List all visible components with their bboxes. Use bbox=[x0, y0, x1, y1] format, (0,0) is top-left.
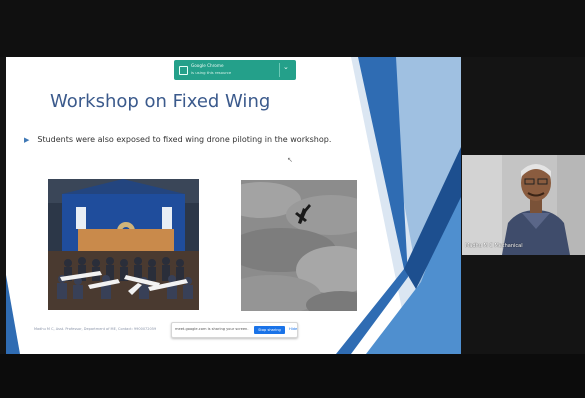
window-icon bbox=[179, 66, 188, 75]
slide-title: Workshop on Fixed Wing bbox=[50, 91, 271, 112]
meeting-bottom-bar bbox=[0, 354, 585, 398]
stop-sharing-button[interactable]: Stop sharing bbox=[254, 326, 285, 334]
meeting-top-bar bbox=[0, 0, 585, 57]
notice-app-name: Google Chrome bbox=[191, 63, 224, 68]
participant-video bbox=[462, 155, 585, 255]
notice-divider bbox=[279, 63, 280, 77]
bullet-text: Students were also exposed to fixed wing… bbox=[37, 135, 332, 144]
triangle-bullet-icon: ▶ bbox=[24, 136, 30, 144]
chrome-resource-notice[interactable]: Google Chrome is using this resource ⌄ bbox=[174, 60, 296, 80]
participant-video-tile[interactable] bbox=[462, 155, 585, 255]
slide-bullet: ▶ Students were also exposed to fixed win… bbox=[24, 135, 331, 144]
hide-button[interactable]: Hide bbox=[289, 327, 297, 331]
slide-footer: Madhu M C, Asst. Professor, Department o… bbox=[34, 327, 157, 331]
sky-drone-photo bbox=[241, 180, 357, 311]
mouse-cursor-icon: ↖ bbox=[287, 156, 293, 164]
group-photo bbox=[48, 179, 199, 310]
screen-share-notice: meet.google.com is sharing your screen. … bbox=[171, 322, 298, 338]
chevron-down-icon[interactable]: ⌄ bbox=[283, 63, 289, 71]
shared-slide: Workshop on Fixed Wing ▶ Students were al… bbox=[6, 57, 461, 354]
share-message: meet.google.com is sharing your screen. bbox=[175, 327, 249, 331]
notice-subtitle: is using this resource bbox=[191, 70, 232, 75]
participant-name: Madhu M C Mechanical bbox=[465, 243, 523, 249]
